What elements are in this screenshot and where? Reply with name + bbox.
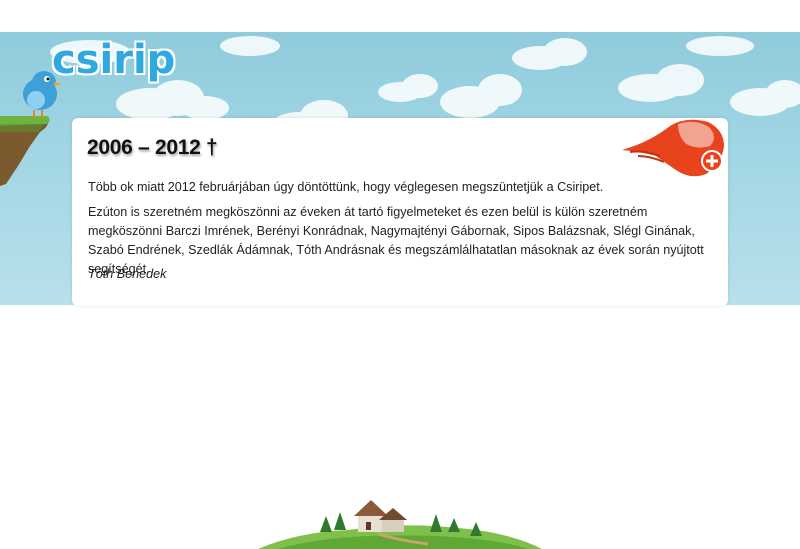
- page-title: 2006 – 2012 †: [87, 136, 218, 159]
- shutdown-announcement-text: Több ok miatt 2012 februárjában úgy dönt…: [88, 180, 604, 194]
- csirip-logo[interactable]: csirip: [52, 37, 175, 83]
- thanks-text: Ezúton is szeretném megköszönni az éveke…: [88, 205, 704, 276]
- bird-mascot-icon: [0, 71, 62, 186]
- village-island-illustration: [258, 500, 542, 549]
- red-bird-plus-badge-icon: [622, 119, 724, 177]
- signature: Tóth Benedek: [88, 267, 167, 281]
